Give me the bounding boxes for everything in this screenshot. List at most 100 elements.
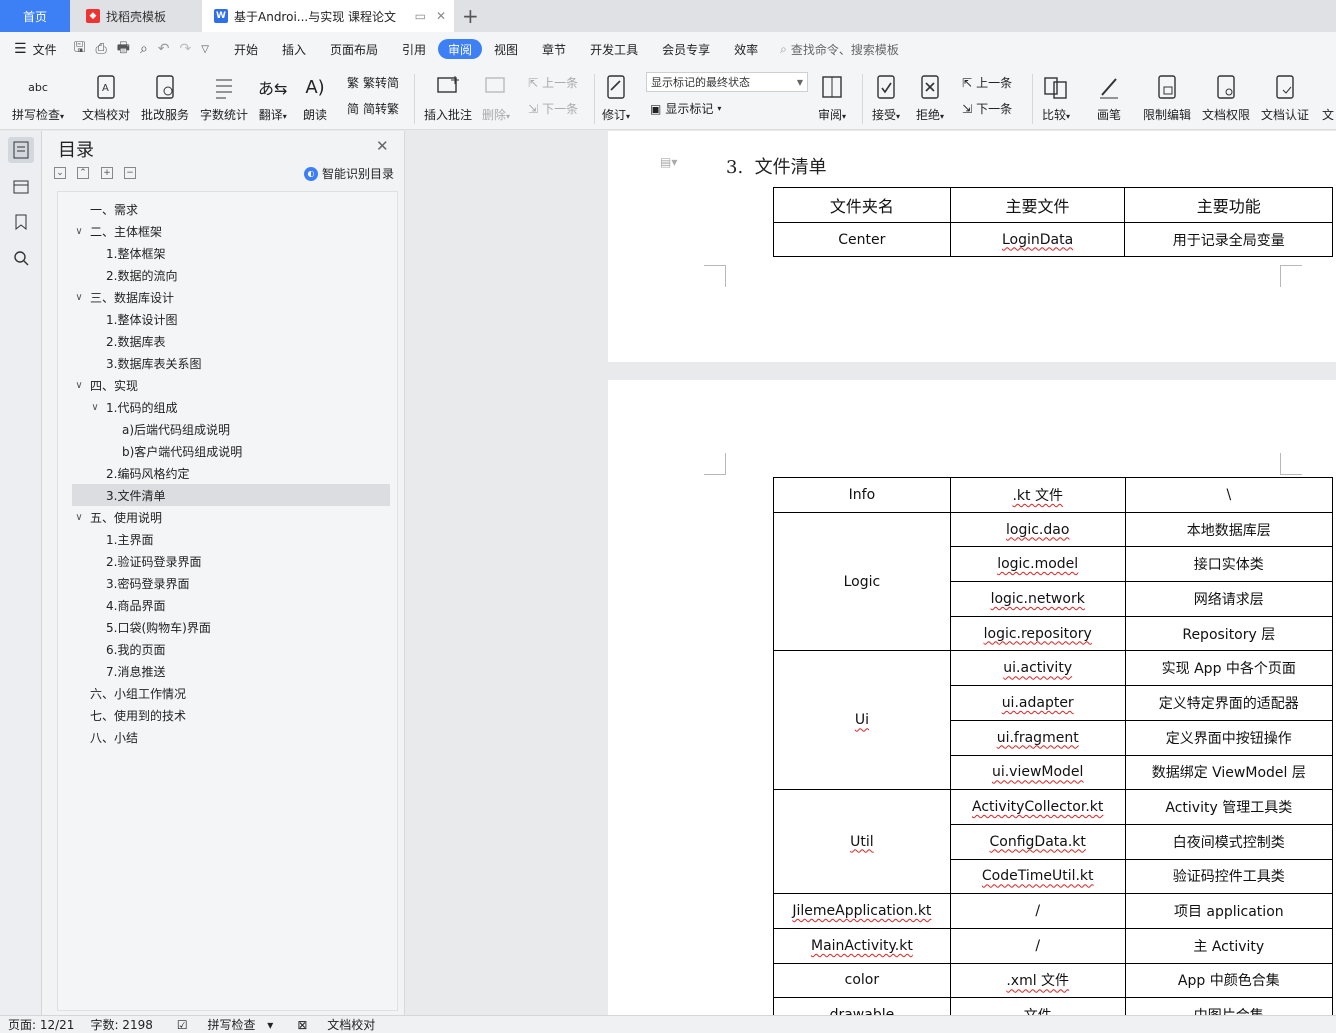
review-pane-button[interactable]: 审阅▾ (818, 72, 846, 123)
file-menu[interactable]: ☰ 文件 (0, 39, 69, 59)
menu-tab-7[interactable]: 开发工具 (578, 39, 650, 59)
doc-permission-button[interactable]: 文档权限 (1202, 72, 1250, 123)
toc-item[interactable]: 1.整体设计图 (72, 308, 390, 330)
add-level-icon[interactable]: + (101, 167, 113, 179)
next-comment-button[interactable]: ⇲ 下一条 (528, 100, 578, 117)
pen-button[interactable]: 画笔 (1097, 72, 1121, 123)
simp-to-trad-button[interactable]: 简简转繁 (347, 100, 399, 117)
menu-tab-8[interactable]: 会员专享 (650, 39, 722, 59)
toc-item[interactable]: 7.消息推送 (72, 660, 390, 682)
word-count-button[interactable]: 字数统计 (200, 72, 248, 123)
toc-item[interactable]: 八、小结 (72, 726, 390, 748)
trad-to-simp-label: 繁转简 (363, 76, 400, 90)
toc-item[interactable]: 3.数据库表关系图 (72, 352, 390, 374)
chevron-down-icon[interactable]: ∨ (72, 512, 86, 523)
menu-tab-1[interactable]: 插入 (270, 39, 318, 59)
show-markup-button[interactable]: ▣ 显示标记 ▾ (650, 100, 721, 117)
quick-access-dropdown-icon[interactable]: ▽ (196, 44, 214, 55)
doc-certify-button[interactable]: 文档认证 (1261, 72, 1309, 123)
reject-button[interactable]: 拒绝▾ (916, 72, 944, 123)
tab-template[interactable]: ◆ 找稻壳模板 (72, 0, 200, 32)
print-preview-icon[interactable]: ⌕ (135, 41, 153, 57)
export-pdf-icon[interactable]: ⎙ (91, 41, 112, 57)
track-changes-button[interactable]: 修订▾ (602, 72, 630, 123)
close-icon[interactable]: ✕ (376, 137, 389, 155)
insert-comment-button[interactable]: 插入批注 (424, 72, 472, 123)
menu-tab-2[interactable]: 页面布局 (318, 39, 390, 59)
next-change-button[interactable]: ⇲ 下一条 (962, 100, 1012, 117)
toc-item[interactable]: ∨ 五、使用说明 (72, 506, 390, 528)
page-indicator[interactable]: 页面: 12/21 (0, 1016, 82, 1033)
toc-item[interactable]: ∨ 三、数据库设计 (72, 286, 390, 308)
search-icon[interactable] (8, 245, 34, 271)
spell-check-button[interactable]: abc 拼写检查▾ (12, 72, 64, 123)
save-icon[interactable]: 🖫 (69, 37, 91, 61)
toc-item[interactable]: 3.文件清单 (72, 484, 390, 506)
chevron-down-icon[interactable]: ∨ (72, 226, 86, 237)
tab-close-icon[interactable]: ✕ (436, 9, 446, 23)
toc-item[interactable]: 1.主界面 (72, 528, 390, 550)
print-icon[interactable]: 🖶 (112, 37, 135, 61)
toc-item[interactable]: a)后端代码组成说明 (72, 418, 390, 440)
nav-icon-strip (0, 131, 42, 1015)
collapse-all-icon[interactable]: ⌄ (54, 167, 66, 179)
redo-icon[interactable]: ↷ (175, 41, 197, 57)
chevron-down-icon[interactable]: ∨ (72, 292, 86, 303)
read-aloud-button[interactable]: A) 朗读 (303, 72, 327, 123)
toc-item[interactable]: 2.数据库表 (72, 330, 390, 352)
trad-to-simp-button[interactable]: 繁繁转简 (347, 74, 399, 91)
toc-item-label: b)客户端代码组成说明 (122, 444, 243, 459)
revise-service-button[interactable]: 批改服务 (141, 72, 189, 123)
remove-level-icon[interactable]: − (124, 167, 136, 179)
proofread-toggle[interactable]: ⊠ 文档校对 (281, 1016, 391, 1033)
toc-pane-icon[interactable] (8, 137, 34, 163)
toc-item[interactable]: 2.数据的流向 (72, 264, 390, 286)
chapter-nav-icon[interactable] (8, 173, 34, 199)
toc-item[interactable]: 2.验证码登录界面 (72, 550, 390, 572)
toc-item[interactable]: 1.整体框架 (72, 242, 390, 264)
toc-item[interactable]: b)客户端代码组成说明 (72, 440, 390, 462)
function-cell: \ (1124, 477, 1334, 513)
tab-document[interactable]: W 基于Androi...与实现 课程论文 ▭ ✕ (202, 0, 454, 32)
toc-item[interactable]: 3.密码登录界面 (72, 572, 390, 594)
chevron-down-icon[interactable]: ∨ (72, 380, 86, 391)
menu-tab-4[interactable]: 审阅 (438, 39, 483, 59)
tab-float-icon[interactable]: ▭ (415, 9, 426, 23)
menu-tab-5[interactable]: 视图 (482, 39, 530, 59)
toc-item[interactable]: ∨ 四、实现 (72, 374, 390, 396)
command-search[interactable]: ⌕ 查找命令、搜索模板 (780, 41, 899, 58)
expand-all-icon[interactable]: ⌃ (77, 167, 89, 179)
toc-item[interactable]: 4.商品界面 (72, 594, 390, 616)
tab-home[interactable]: 首页 (0, 0, 70, 32)
spell-check-toggle[interactable]: ☑ 拼写检查 ▾ (161, 1016, 281, 1033)
menu-tab-0[interactable]: 开始 (222, 39, 270, 59)
translate-button[interactable]: あ⇆ 翻译▾ (258, 72, 287, 123)
smart-toc-button[interactable]: ◐ 智能识别目录 (304, 165, 394, 182)
menu-tab-9[interactable]: 效率 (722, 39, 770, 59)
prev-comment-button[interactable]: ⇱ 上一条 (528, 74, 578, 91)
prev-change-button[interactable]: ⇱ 上一条 (962, 74, 1012, 91)
toc-item[interactable]: ∨ 1.代码的组成 (72, 396, 390, 418)
ribbon-overflow-button[interactable]: 文 (1322, 72, 1334, 123)
paragraph-handle-icon[interactable]: ▤▾ (660, 155, 677, 169)
doc-proofread-button[interactable]: A 文档校对 (82, 72, 130, 123)
word-count-indicator[interactable]: 字数: 2198 (82, 1016, 160, 1033)
accept-button[interactable]: 接受▾ (872, 72, 900, 123)
toc-item[interactable]: 一、需求 (72, 198, 390, 220)
delete-comment-button[interactable]: 删除▾ (482, 72, 510, 123)
toc-item[interactable]: 六、小组工作情况 (72, 682, 390, 704)
toc-item[interactable]: ∨ 二、主体框架 (72, 220, 390, 242)
restrict-edit-button[interactable]: 限制编辑 (1143, 72, 1191, 123)
chevron-down-icon[interactable]: ∨ (88, 402, 102, 413)
markup-state-select[interactable]: 显示标记的最终状态 ▼ (646, 72, 808, 92)
new-tab-button[interactable]: + (462, 4, 479, 28)
undo-icon[interactable]: ↶ (153, 41, 175, 57)
menu-tab-3[interactable]: 引用 (390, 39, 438, 59)
toc-item[interactable]: 七、使用到的技术 (72, 704, 390, 726)
toc-item[interactable]: 6.我的页面 (72, 638, 390, 660)
menu-tab-6[interactable]: 章节 (530, 39, 578, 59)
toc-item[interactable]: 2.编码风格约定 (72, 462, 390, 484)
bookmark-icon[interactable] (8, 209, 34, 235)
toc-item[interactable]: 5.口袋(购物车)界面 (72, 616, 390, 638)
compare-button[interactable]: 比较▾ (1042, 72, 1070, 123)
